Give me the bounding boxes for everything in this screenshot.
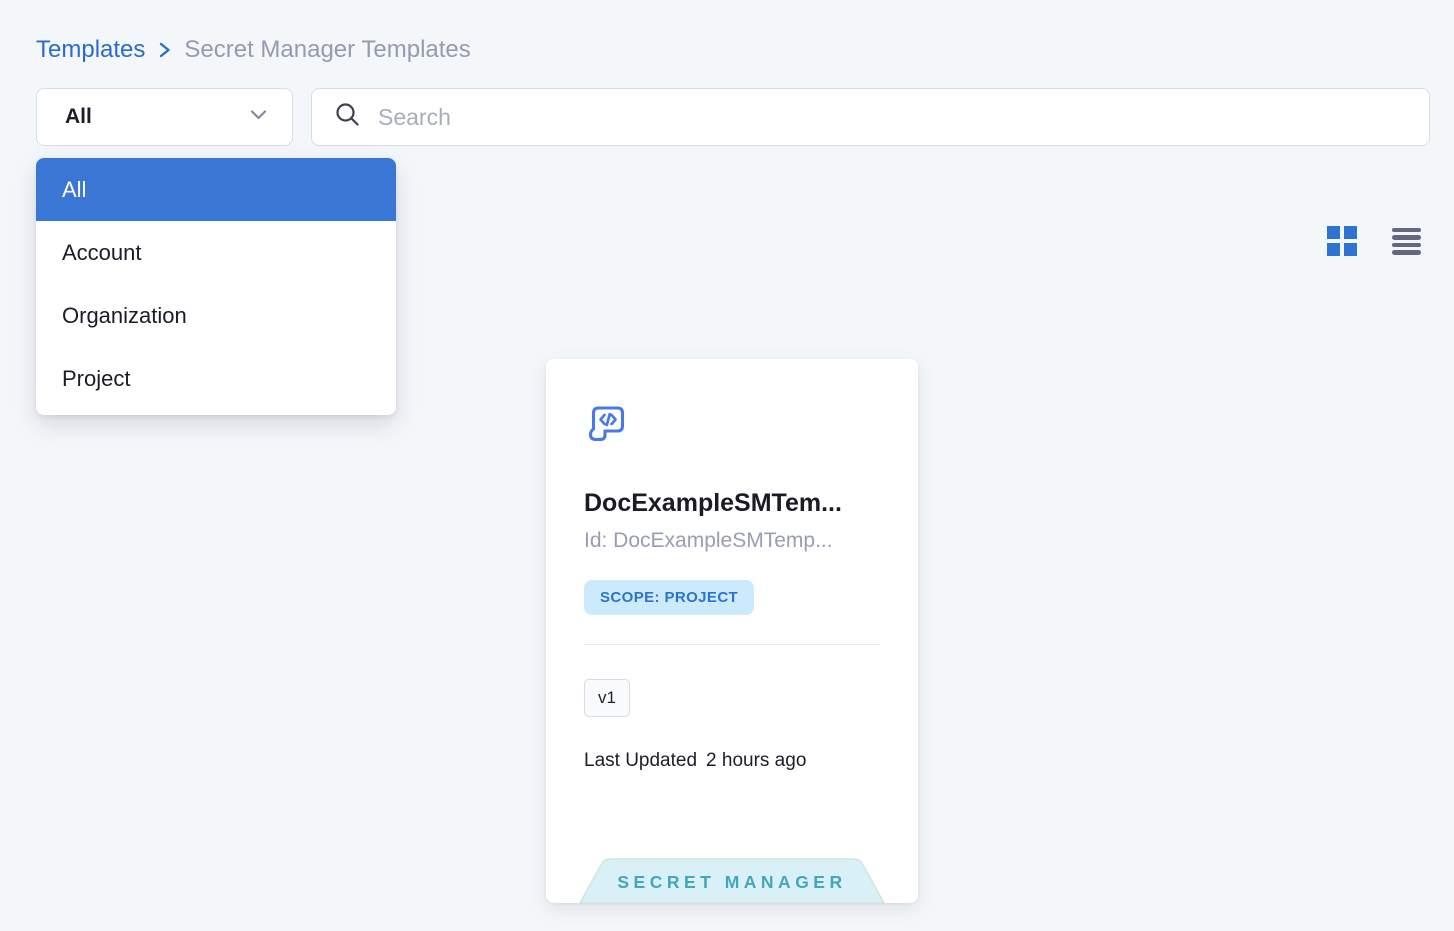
menu-item-organization[interactable]: Organization	[36, 284, 396, 347]
template-title: DocExampleSMTem...	[584, 489, 880, 518]
templates-page: { "breadcrumb": { "templates": "Template…	[0, 0, 1454, 931]
breadcrumb-current: Secret Manager Templates	[184, 36, 470, 64]
chevron-down-icon	[249, 108, 268, 126]
list-view-button[interactable]	[1391, 226, 1421, 256]
template-card[interactable]: DocExampleSMTem... Id: DocExampleSMTemp.…	[546, 359, 918, 903]
search-icon	[334, 101, 361, 133]
view-toggles	[1327, 226, 1421, 256]
scope-filter-value: All	[65, 105, 92, 129]
scope-badge: SCOPE: PROJECT	[584, 580, 754, 615]
card-divider	[584, 644, 880, 645]
grid-icon	[1327, 226, 1357, 256]
template-type-ribbon: SECRET MANAGER	[579, 857, 885, 903]
last-updated-row: Last Updated 2 hours ago	[584, 750, 880, 772]
last-updated-label: Last Updated	[584, 750, 697, 772]
ribbon-label: SECRET MANAGER	[617, 872, 846, 892]
version-chip: v1	[584, 679, 630, 717]
chevron-right-icon	[157, 41, 172, 59]
grid-view-button[interactable]	[1327, 226, 1357, 256]
last-updated-value: 2 hours ago	[706, 750, 806, 772]
scope-filter-menu: All Account Organization Project	[36, 158, 396, 415]
template-icon	[584, 433, 630, 450]
breadcrumb-templates-link[interactable]: Templates	[36, 36, 145, 64]
search-bar	[311, 88, 1430, 146]
list-icon	[1392, 228, 1421, 255]
template-id: Id: DocExampleSMTemp...	[584, 529, 880, 553]
menu-item-project[interactable]: Project	[36, 347, 396, 410]
breadcrumb: Templates Secret Manager Templates	[36, 36, 471, 64]
scope-filter-dropdown[interactable]: All	[36, 88, 293, 146]
search-input[interactable]	[378, 104, 1407, 131]
menu-item-account[interactable]: Account	[36, 221, 396, 284]
menu-item-all[interactable]: All	[36, 158, 396, 221]
